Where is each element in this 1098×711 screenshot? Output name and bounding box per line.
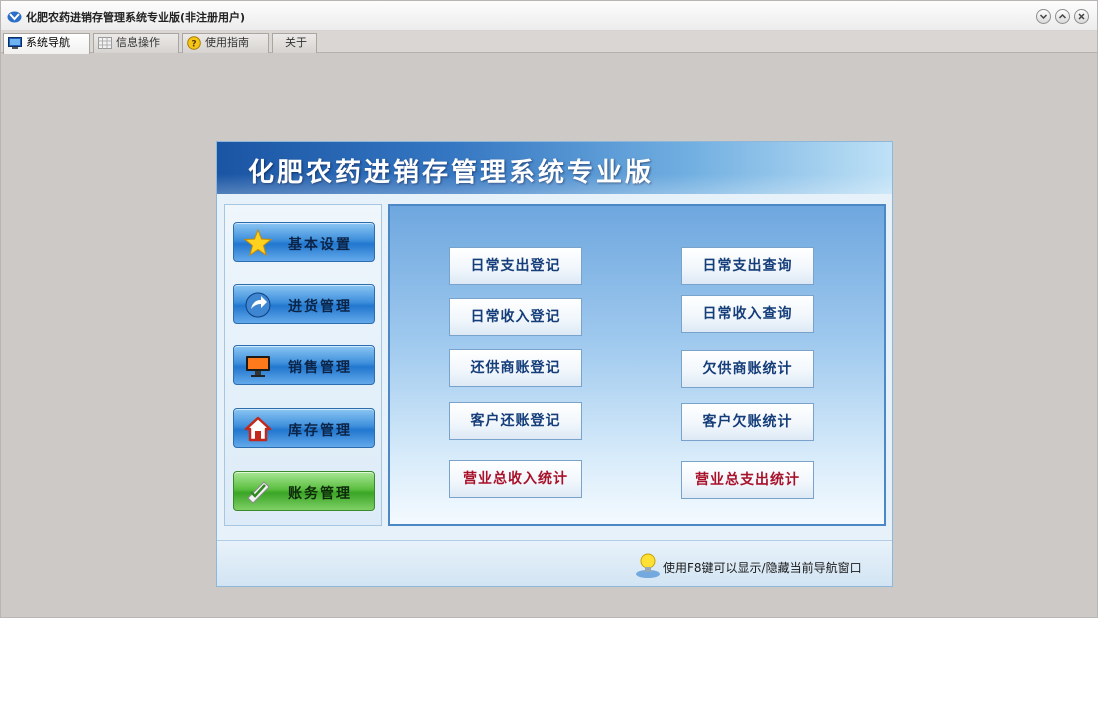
chevron-down-icon — [1039, 14, 1048, 20]
minimize-button[interactable] — [1036, 9, 1051, 24]
sidebar-item-sales[interactable]: 销售管理 — [233, 345, 375, 385]
tab-system-navigation[interactable]: 系统导航 — [3, 33, 90, 54]
monitor-icon — [8, 37, 22, 49]
action-area: 日常支出登记 日常支出查询 日常收入登记 日常收入查询 还供商账登记 欠供商账统… — [388, 204, 886, 526]
daily-income-register-button[interactable]: 日常收入登记 — [449, 298, 582, 336]
star-icon — [244, 229, 272, 257]
tab-label: 系统导航 — [26, 36, 70, 49]
sidebar-item-label: 进货管理 — [288, 299, 352, 315]
sidebar-item-label: 销售管理 — [288, 360, 352, 376]
sidebar-item-label: 基本设置 — [288, 237, 352, 253]
grid-icon — [98, 37, 112, 49]
arrow-icon — [245, 292, 271, 318]
maximize-button[interactable] — [1055, 9, 1070, 24]
lightbulb-icon — [636, 553, 660, 578]
tab-info-operation[interactable]: 信息操作 — [93, 33, 179, 53]
help-icon: ? — [187, 36, 201, 50]
tab-user-guide[interactable]: ? 使用指南 — [182, 33, 269, 53]
svg-text:?: ? — [191, 40, 196, 50]
total-expense-statistics-button[interactable]: 营业总支出统计 — [681, 461, 814, 499]
tab-about[interactable]: 关于 — [272, 33, 317, 53]
monitor-icon — [246, 356, 270, 377]
house-icon — [244, 416, 272, 442]
tab-label: 使用指南 — [205, 36, 249, 49]
sidebar-item-inventory[interactable]: 库存管理 — [233, 408, 375, 448]
window-title: 化肥农药进销存管理系统专业版(非注册用户) — [26, 11, 246, 24]
sidebar-item-label: 库存管理 — [288, 423, 352, 439]
tab-label: 信息操作 — [116, 36, 160, 49]
app-logo-icon — [7, 11, 22, 23]
close-icon — [1078, 13, 1085, 20]
chevron-up-icon — [1058, 13, 1067, 19]
customer-debt-statistics-button[interactable]: 客户欠账统计 — [681, 403, 814, 441]
tab-bar: 系统导航 信息操作 ? 使用指南 关于 — [1, 31, 1097, 54]
title-bar[interactable]: 化肥农药进销存管理系统专业版(非注册用户) — [1, 1, 1097, 31]
panel-footer: 使用F8键可以显示/隐藏当前导航窗口 — [217, 540, 892, 586]
close-button[interactable] — [1074, 9, 1089, 24]
sidebar-item-basic-settings[interactable]: 基本设置 — [233, 222, 375, 262]
module-sidebar: 基本设置 进货管理 销售管理 库存管理 账务管理 — [224, 204, 382, 526]
daily-income-query-button[interactable]: 日常收入查询 — [681, 295, 814, 333]
navigation-panel: 化肥农药进销存管理系统专业版 基本设置 进货管理 销售管理 库存管理 账务管理 … — [216, 141, 893, 587]
tab-label: 关于 — [285, 36, 307, 49]
sidebar-item-purchase[interactable]: 进货管理 — [233, 284, 375, 324]
sidebar-item-label: 账务管理 — [288, 486, 352, 502]
panel-header: 化肥农药进销存管理系统专业版 — [217, 142, 892, 194]
panel-title: 化肥农药进销存管理系统专业版 — [248, 158, 655, 188]
supplier-debt-statistics-button[interactable]: 欠供商账统计 — [681, 350, 814, 388]
daily-expense-query-button[interactable]: 日常支出查询 — [681, 247, 814, 285]
footer-hint-text: 使用F8键可以显示/隐藏当前导航窗口 — [663, 561, 862, 575]
main-window: 化肥农药进销存管理系统专业版(非注册用户) 系统导航 信息操作 ? 使用指南 关… — [0, 0, 1098, 618]
sidebar-item-accounting[interactable]: 账务管理 — [233, 471, 375, 511]
repay-supplier-register-button[interactable]: 还供商账登记 — [449, 349, 582, 387]
checklist-icon — [247, 481, 270, 504]
daily-expense-register-button[interactable]: 日常支出登记 — [449, 247, 582, 285]
total-income-statistics-button[interactable]: 营业总收入统计 — [449, 460, 582, 498]
customer-repayment-register-button[interactable]: 客户还账登记 — [449, 402, 582, 440]
